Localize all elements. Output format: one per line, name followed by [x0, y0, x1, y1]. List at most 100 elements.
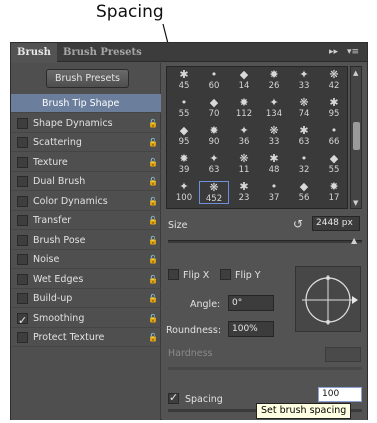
brush-tip-swatch[interactable]: ❋ 42	[319, 69, 347, 92]
tip-grid-scrollbar[interactable]: ▲ ▼	[350, 66, 362, 209]
brush-tip-swatch[interactable]: ✦ 63	[199, 153, 229, 176]
brush-tip-swatch[interactable]: ✦ 33	[289, 69, 319, 92]
roundness-input[interactable]: 100%	[228, 321, 274, 337]
size-slider-knob[interactable]: ▲	[351, 236, 357, 245]
lock-icon[interactable]: 🔓	[148, 172, 158, 191]
brush-tip-swatch[interactable]: • 60	[199, 69, 229, 92]
brush-tip-swatch[interactable]: • 37	[259, 181, 289, 204]
brush-tip-swatch[interactable]: ❋ 33	[259, 125, 289, 148]
brush-option-item[interactable]: Noise 🔓	[11, 250, 161, 269]
brush-tip-swatch[interactable]: ◆ 95	[169, 125, 199, 148]
flip-x-checkbox[interactable]	[168, 269, 179, 280]
hardness-label: Hardness	[168, 348, 213, 359]
brush-tip-swatch[interactable]: ✸ 112	[229, 97, 259, 120]
option-checkbox[interactable]	[17, 215, 28, 226]
flip-y-checkbox[interactable]	[220, 269, 231, 280]
brush-tip-icon: ✱	[269, 152, 279, 165]
brush-option-item[interactable]: Texture 🔓	[11, 153, 161, 172]
option-checkbox[interactable]	[17, 234, 28, 246]
brush-tip-swatch[interactable]: ✸ 39	[169, 153, 199, 176]
brush-tip-swatch[interactable]: ✦ 100	[169, 181, 199, 204]
tab-brush-presets[interactable]: Brush Presets	[57, 43, 148, 62]
size-input[interactable]: 2448 px	[312, 216, 360, 231]
option-checkbox[interactable]	[17, 293, 28, 304]
option-label: Build-up	[33, 293, 73, 304]
lock-icon[interactable]: 🔓	[148, 153, 158, 172]
brush-tip-swatch[interactable]: ✱ 23	[229, 181, 259, 204]
brush-option-item[interactable]: Color Dynamics 🔓	[11, 192, 161, 211]
brush-option-item[interactable]: Scattering 🔓	[11, 133, 161, 152]
brush-tip-swatch[interactable]: ✱ 45	[169, 69, 199, 92]
lock-icon[interactable]: 🔓	[148, 211, 158, 230]
brush-tip-swatch[interactable]: ✱ 63	[289, 125, 319, 148]
brush-tip-swatch[interactable]: ◆ 14	[229, 69, 259, 92]
panel-menu-icon[interactable]: ▾≡	[347, 47, 359, 57]
hardness-input	[325, 347, 361, 362]
brush-tip-swatch[interactable]: ✸ 26	[259, 69, 289, 92]
brush-tip-swatch[interactable]: ✱ 48	[259, 153, 289, 176]
scroll-up-icon[interactable]: ▲	[353, 69, 358, 77]
option-checkbox[interactable]	[17, 156, 28, 168]
brush-tip-swatch[interactable]: ✸ 17	[319, 181, 347, 204]
brush-option-item[interactable]: Brush Tip Shape	[11, 94, 161, 113]
option-checkbox[interactable]: ✓	[17, 312, 28, 327]
brush-tip-swatch[interactable]: ◆ 55	[319, 153, 347, 176]
flip-x-toggle[interactable]: Flip X	[168, 267, 209, 281]
brush-option-item[interactable]: Transfer 🔓	[11, 211, 161, 230]
brush-option-item[interactable]: Protect Texture 🔓	[11, 328, 161, 347]
flip-y-toggle[interactable]: Flip Y	[220, 267, 261, 281]
lock-icon[interactable]: 🔓	[148, 270, 158, 289]
brush-tip-size: 112	[235, 109, 253, 119]
brush-option-item[interactable]: Wet Edges 🔓	[11, 270, 161, 289]
option-checkbox[interactable]	[17, 273, 28, 285]
brush-tip-swatch[interactable]: ✦ 36	[229, 125, 259, 148]
lock-icon[interactable]: 🔓	[148, 250, 158, 269]
brush-option-item[interactable]: ✓ Smoothing 🔓	[11, 309, 161, 328]
brush-option-item[interactable]: Shape Dynamics 🔓	[11, 114, 161, 133]
reset-size-icon[interactable]: ↺	[293, 217, 303, 231]
brush-option-item[interactable]: Dual Brush 🔓	[11, 172, 161, 191]
brush-presets-button[interactable]: Brush Presets	[46, 69, 129, 88]
brush-option-item[interactable]: Build-up 🔓	[11, 289, 161, 308]
lock-icon[interactable]: 🔓	[148, 328, 158, 347]
option-checkbox[interactable]	[17, 117, 28, 129]
brush-tip-swatch[interactable]: ❋ 452	[199, 181, 229, 204]
brush-tip-swatch[interactable]: • 55	[169, 97, 199, 120]
option-checkbox[interactable]	[17, 137, 28, 148]
crosshair-dial-icon[interactable]	[296, 267, 362, 333]
tab-brush[interactable]: Brush	[11, 43, 57, 62]
lock-icon[interactable]: 🔓	[148, 231, 158, 250]
brush-tip-swatch[interactable]: • 66	[319, 125, 347, 148]
lock-icon[interactable]: 🔓	[148, 133, 158, 152]
brush-tip-swatch[interactable]: ✸ 90	[199, 125, 229, 148]
collapse-icon[interactable]: ▸▸	[329, 47, 338, 57]
spacing-toggle[interactable]: ✓ Spacing	[168, 391, 223, 405]
lock-icon[interactable]: 🔓	[148, 289, 158, 308]
brush-tip-swatch[interactable]: ✱ 95	[319, 97, 347, 120]
brush-tip-swatch[interactable]: • 32	[289, 153, 319, 176]
scroll-down-icon[interactable]: ▼	[353, 199, 358, 207]
spacing-input[interactable]: 100	[318, 387, 362, 402]
brush-tip-size: 37	[268, 193, 280, 203]
option-checkbox[interactable]	[17, 254, 28, 265]
brush-tip-icon: •	[210, 68, 218, 81]
angle-roundness-dial[interactable]	[295, 266, 361, 332]
brush-tip-swatch[interactable]: ❋ 74	[289, 97, 319, 120]
brush-tip-size: 36	[238, 137, 250, 147]
brush-tip-swatch[interactable]: ✦ 134	[259, 97, 289, 120]
option-checkbox[interactable]	[17, 195, 28, 207]
angle-input[interactable]: 0°	[228, 295, 274, 311]
spacing-checkbox[interactable]: ✓	[168, 391, 179, 404]
brush-tip-swatch[interactable]: ◆ 56	[289, 181, 319, 204]
option-checkbox[interactable]	[17, 332, 28, 343]
size-slider-track[interactable]	[168, 240, 362, 243]
roundness-label: Roundness:	[166, 325, 222, 336]
lock-icon[interactable]: 🔓	[148, 114, 158, 133]
brush-tip-swatch[interactable]: ❋ 11	[229, 153, 259, 176]
scroll-thumb[interactable]	[353, 122, 360, 150]
brush-option-item[interactable]: Brush Pose 🔓	[11, 231, 161, 250]
lock-icon[interactable]: 🔓	[148, 192, 158, 211]
option-checkbox[interactable]	[17, 176, 28, 187]
brush-tip-swatch[interactable]: ◆ 70	[199, 97, 229, 120]
lock-icon[interactable]: 🔓	[148, 309, 158, 328]
